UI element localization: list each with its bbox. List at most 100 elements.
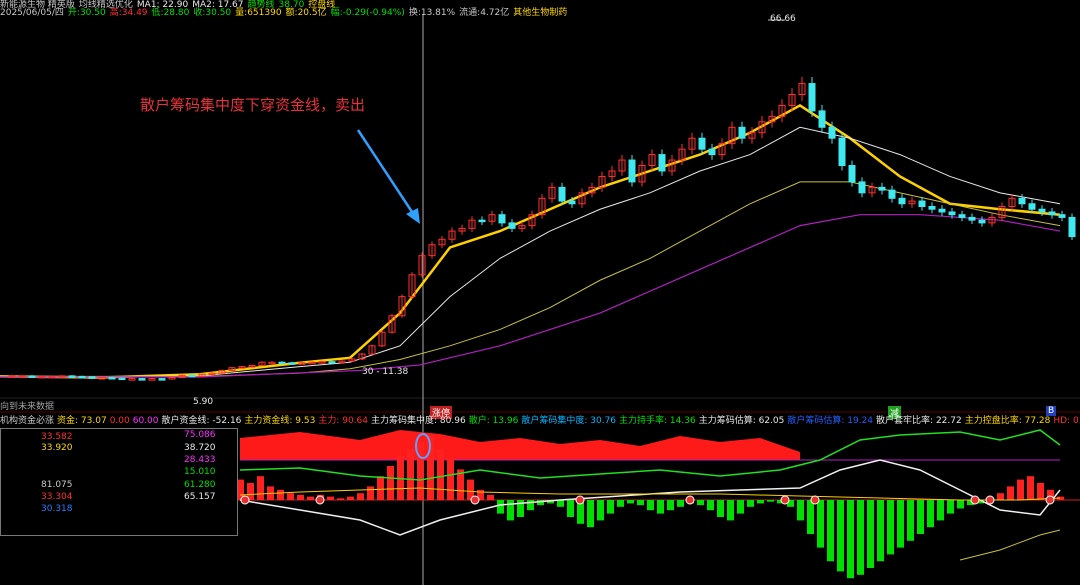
indicator-item-5: 主力资金线: 9.53 <box>244 416 316 426</box>
indicator-bar <box>327 496 334 500</box>
indicator-bar <box>887 500 894 555</box>
header-info-1: 开:30.50 <box>67 8 106 18</box>
indicator-bar <box>807 500 814 534</box>
price-low-label: 5.90 <box>193 397 214 407</box>
indicator-bar <box>617 500 624 507</box>
indicator-item-14: 主力控盘比率: 77.28 <box>964 416 1051 426</box>
indicator-item-10: 主力持手率: 14.36 <box>619 416 696 426</box>
indicator-bar <box>297 494 304 500</box>
signal-dot <box>810 495 820 505</box>
indicator-bar <box>497 500 504 514</box>
indicator-bar <box>387 466 394 500</box>
indicator-bar <box>637 500 644 506</box>
main-force-area <box>240 430 800 460</box>
indicator-bar <box>257 476 264 500</box>
indicator-bar <box>937 500 944 521</box>
indicator-bar <box>437 449 444 500</box>
candle-body <box>878 186 886 191</box>
candle-body <box>568 200 576 205</box>
signal-dot <box>1045 495 1055 505</box>
ma-long-line <box>0 214 1061 378</box>
indicator-bar <box>947 500 954 514</box>
candle-body <box>498 214 506 224</box>
indicator-bar <box>737 500 744 514</box>
indicator-item-11: 主力筹码估算: 62.05 <box>698 416 785 426</box>
candle-body <box>738 126 746 139</box>
signal-dot <box>315 495 325 505</box>
popup-left-value: 33.920 <box>41 443 73 453</box>
signal-dot <box>780 495 790 505</box>
future-data-label: 向到未来数据 <box>0 402 55 412</box>
value-popup: 33.582 33.920 81.075 33.304 30.318 75.086 38.7… <box>0 428 238 536</box>
indicator-bar <box>447 459 454 500</box>
indicator-item-7: 主力筹码集中度: 80.96 <box>371 416 466 426</box>
candle-body <box>1038 208 1046 213</box>
candle-body <box>188 374 196 378</box>
candle-body <box>708 148 716 156</box>
ma-line-2 <box>0 126 1061 378</box>
indicator-bar <box>557 500 564 507</box>
popup-right-value: 15.010 <box>184 467 216 477</box>
header-info-2: 高:34.49 <box>109 8 148 18</box>
indicator-item-1: 资金: 73.07 <box>57 416 107 426</box>
indicator-bar <box>1017 479 1024 500</box>
indicator-bar <box>857 500 864 575</box>
stock-chart-stage: 新能源生物 精英版 均线精选优化 MA1: 22.90 MA2: 17.67 趋势线 38… <box>0 0 1080 585</box>
blue-badge: B <box>1046 406 1057 416</box>
indicator-bar <box>337 498 344 500</box>
indicator-item-4: 散户资金线: -52.16 <box>161 416 242 426</box>
annotation-arrow-head <box>406 208 420 224</box>
price-high-label: 66.66 <box>770 14 796 24</box>
lower-olive-line <box>959 529 1061 561</box>
indicator-bar <box>957 500 964 509</box>
candle-body <box>28 375 36 378</box>
header-info-0: 2025/06/05/四 <box>0 8 64 18</box>
popup-right-value: 61.280 <box>184 480 216 490</box>
candle-body <box>1058 214 1066 218</box>
indicator-bar <box>867 500 874 568</box>
indicator-bar <box>307 496 314 500</box>
indicator-bar <box>487 494 494 500</box>
signal-dot <box>470 495 480 505</box>
indicator-item-15: HD: 0.00 <box>1053 416 1080 426</box>
popup-left-value: 33.582 <box>41 432 73 442</box>
indicator-bar <box>757 500 764 504</box>
candle-body <box>118 377 126 381</box>
candle-body <box>968 216 976 221</box>
header-info-8: 换:13.81% <box>408 8 456 18</box>
candle-body <box>898 197 906 205</box>
indicator-bar <box>907 500 914 541</box>
indicator-item-8: 散户: 13.96 <box>468 416 519 426</box>
indicator-bar <box>717 500 724 517</box>
indicator-item-3: 60.00 <box>132 416 159 426</box>
candle-body <box>1048 211 1056 216</box>
indicator-bar <box>597 500 604 521</box>
indicator-bar <box>847 500 854 579</box>
indicator-item-12: 散户筹码估算: 19.24 <box>787 416 874 426</box>
signal-dot <box>685 495 695 505</box>
indicator-bar <box>627 500 634 504</box>
candle-body <box>478 219 486 223</box>
indicator-bar <box>747 500 754 507</box>
candle-body <box>838 137 846 167</box>
candle-body <box>888 189 896 199</box>
candle-body <box>958 214 966 218</box>
indicator-bar <box>897 500 904 548</box>
indicator-bar <box>1007 486 1014 500</box>
header-line-2: 2025/06/05/四 开:30.50 高:34.49 低:28.80 收:30.50… <box>0 8 571 18</box>
candle-body <box>108 377 116 380</box>
ma-line-3 <box>0 181 1061 377</box>
annotation-text: 散户筹码集中度下穿资金线，卖出 <box>140 96 366 114</box>
header-info-5: 量:651390 <box>235 8 282 18</box>
indicator-bar <box>377 476 384 500</box>
candle-body <box>698 137 706 150</box>
indicator-bar <box>567 500 574 517</box>
annotation-arrow-shaft <box>356 129 418 219</box>
candle-body <box>818 110 826 128</box>
candle-body <box>858 181 866 194</box>
signal-dot <box>240 495 250 505</box>
indicator-bar <box>927 500 934 528</box>
indicator-bar <box>367 486 374 500</box>
candle-body <box>328 361 336 364</box>
candle-body <box>288 362 296 365</box>
